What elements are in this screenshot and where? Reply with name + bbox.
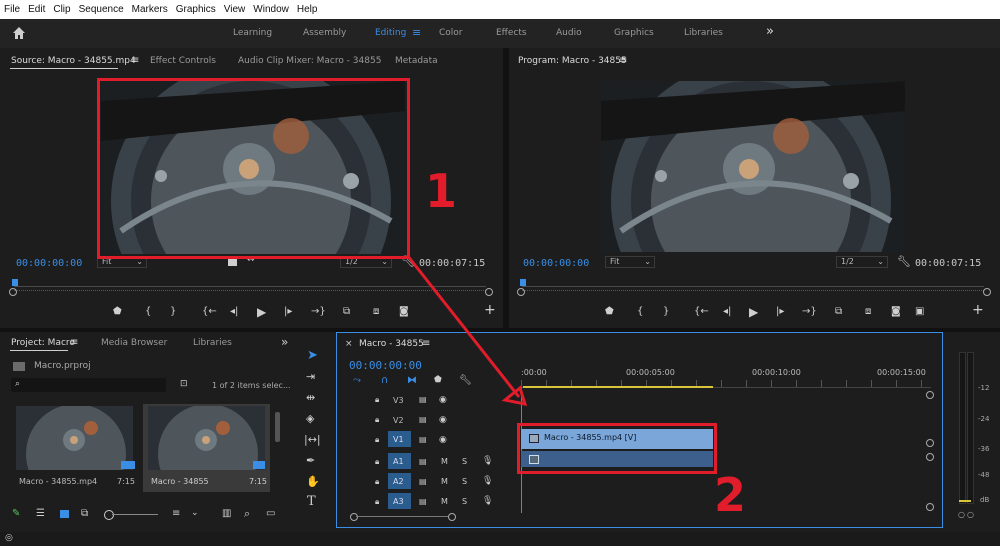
annotation-arrow <box>405 254 528 406</box>
